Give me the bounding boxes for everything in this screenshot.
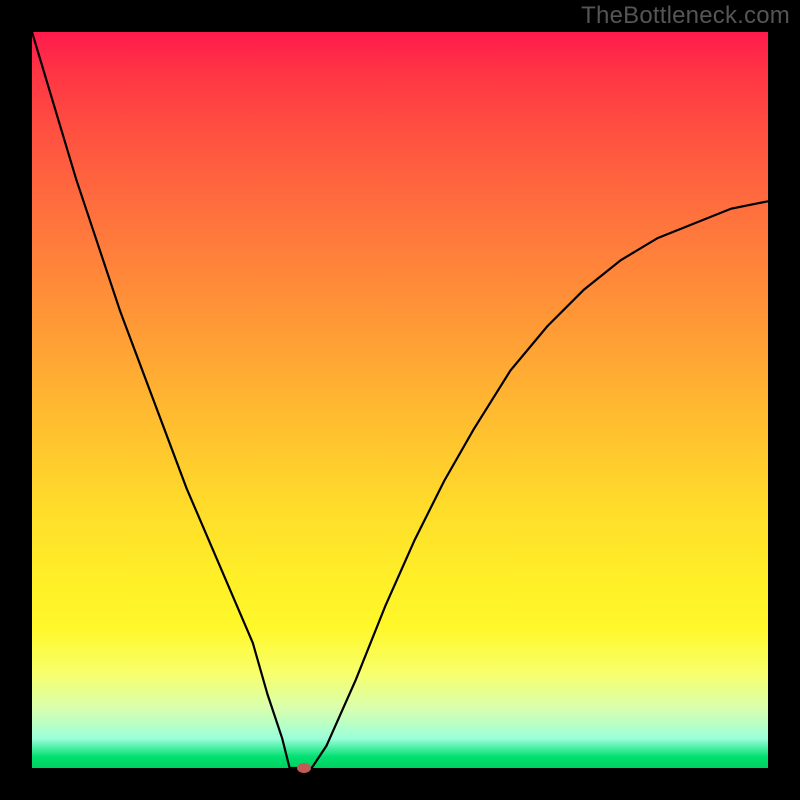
chart-container: TheBottleneck.com (0, 0, 800, 800)
plot-area (32, 32, 768, 768)
optimum-marker (297, 763, 311, 773)
bottleneck-curve (32, 32, 768, 768)
watermark-text: TheBottleneck.com (581, 2, 790, 30)
